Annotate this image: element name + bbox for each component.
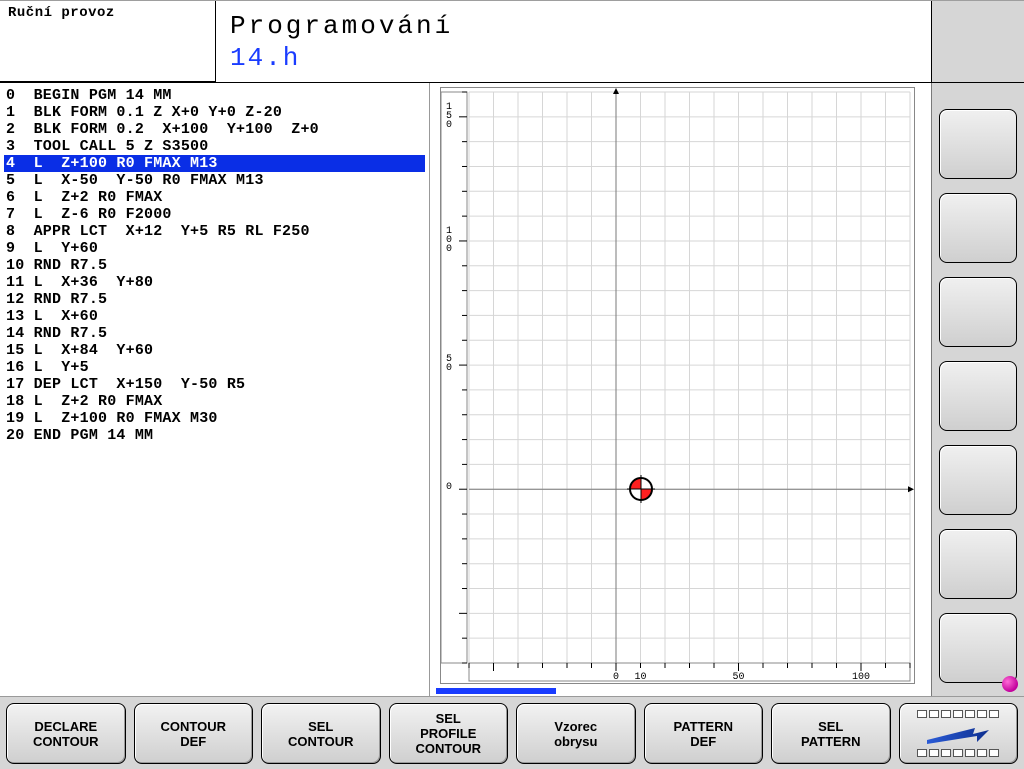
nc-line[interactable]: 20 END PGM 14 MM: [4, 427, 425, 444]
nc-code-panel[interactable]: 0 BEGIN PGM 14 MM1 BLK FORM 0.1 Z X+0 Y+…: [0, 83, 430, 696]
nc-line[interactable]: 3 TOOL CALL 5 Z S3500: [4, 138, 425, 155]
nc-line[interactable]: 9 L Y+60: [4, 240, 425, 257]
nc-line[interactable]: 4 L Z+100 R0 FMAX M13: [4, 155, 425, 172]
side-softkey-6[interactable]: [939, 529, 1017, 599]
nc-line[interactable]: 8 APPR LCT X+12 Y+5 R5 RL F250: [4, 223, 425, 240]
cnc-screen: Ruční provoz Programování 14.h 0 BEGIN P…: [0, 0, 1024, 769]
softkey-declare-contour[interactable]: DECLARE CONTOUR: [6, 703, 126, 764]
status-badge-icon: [1002, 676, 1018, 692]
side-softkey-4[interactable]: [939, 361, 1017, 431]
nc-line[interactable]: 11 L X+36 Y+80: [4, 274, 425, 291]
svg-text:100: 100: [852, 672, 870, 683]
arrow-right-icon: [923, 722, 993, 746]
page-dots-top: [917, 710, 999, 718]
softkey-contour-def[interactable]: CONTOUR DEF: [134, 703, 254, 764]
softkey-sel-pattern[interactable]: SEL PATTERN: [771, 703, 891, 764]
svg-text:0: 0: [446, 120, 452, 131]
nc-line[interactable]: 15 L X+84 Y+60: [4, 342, 425, 359]
side-softkey-3[interactable]: [939, 277, 1017, 347]
program-filename: 14.h: [230, 43, 917, 73]
svg-text:0: 0: [446, 244, 452, 255]
side-softkey-7[interactable]: [939, 613, 1017, 683]
program-title-box: Programování 14.h: [216, 1, 932, 82]
softkey-pattern-def[interactable]: PATTERN DEF: [644, 703, 764, 764]
horizontal-softkeys: DECLARE CONTOUR CONTOUR DEF SEL CONTOUR …: [0, 696, 1024, 769]
nc-line[interactable]: 19 L Z+100 R0 FMAX M30: [4, 410, 425, 427]
nc-line[interactable]: 14 RND R7.5: [4, 325, 425, 342]
softkey-contour-formula[interactable]: Vzorec obrysu: [516, 703, 636, 764]
nc-line[interactable]: 12 RND R7.5: [4, 291, 425, 308]
nc-line[interactable]: 16 L Y+5: [4, 359, 425, 376]
header-row: Ruční provoz Programování 14.h: [0, 1, 1024, 83]
svg-text:0: 0: [446, 482, 452, 493]
nc-line[interactable]: 5 L X-50 Y-50 R0 FMAX M13: [4, 172, 425, 189]
page-dots-bottom: [917, 749, 999, 757]
svg-text:10: 10: [634, 672, 646, 683]
side-softkey-5[interactable]: [939, 445, 1017, 515]
softkey-sel-contour[interactable]: SEL CONTOUR: [261, 703, 381, 764]
header-right-spacer: [932, 1, 1024, 82]
side-softkey-1[interactable]: [939, 109, 1017, 179]
vertical-softkeys: [932, 83, 1024, 696]
workarea: 0 BEGIN PGM 14 MM1 BLK FORM 0.1 Z X+0 Y+…: [0, 83, 1024, 696]
nc-line[interactable]: 10 RND R7.5: [4, 257, 425, 274]
graphics-panel[interactable]: 01050100050100150: [430, 83, 932, 696]
svg-text:0: 0: [446, 363, 452, 374]
softkey-page-switch[interactable]: [899, 703, 1019, 764]
nc-line[interactable]: 13 L X+60: [4, 308, 425, 325]
side-softkey-2[interactable]: [939, 193, 1017, 263]
nc-line[interactable]: 2 BLK FORM 0.2 X+100 Y+100 Z+0: [4, 121, 425, 138]
graphics-plot: 01050100050100150: [440, 87, 915, 684]
nc-line[interactable]: 17 DEP LCT X+150 Y-50 R5: [4, 376, 425, 393]
nc-line[interactable]: 18 L Z+2 R0 FMAX: [4, 393, 425, 410]
nc-line[interactable]: 1 BLK FORM 0.1 Z X+0 Y+0 Z-20: [4, 104, 425, 121]
nc-line[interactable]: 0 BEGIN PGM 14 MM: [4, 87, 425, 104]
origin-icon: [629, 477, 653, 501]
softkey-sel-profile[interactable]: SEL PROFILE CONTOUR: [389, 703, 509, 764]
svg-text:0: 0: [613, 672, 619, 683]
softkey-indicator: [436, 688, 556, 694]
nc-line[interactable]: 6 L Z+2 R0 FMAX: [4, 189, 425, 206]
nc-line[interactable]: 7 L Z-6 R0 F2000: [4, 206, 425, 223]
machine-mode: Ruční provoz: [0, 1, 216, 82]
plot-grid: 01050100050100150: [441, 88, 914, 683]
screen-title: Programování: [230, 11, 917, 41]
svg-text:50: 50: [732, 672, 744, 683]
